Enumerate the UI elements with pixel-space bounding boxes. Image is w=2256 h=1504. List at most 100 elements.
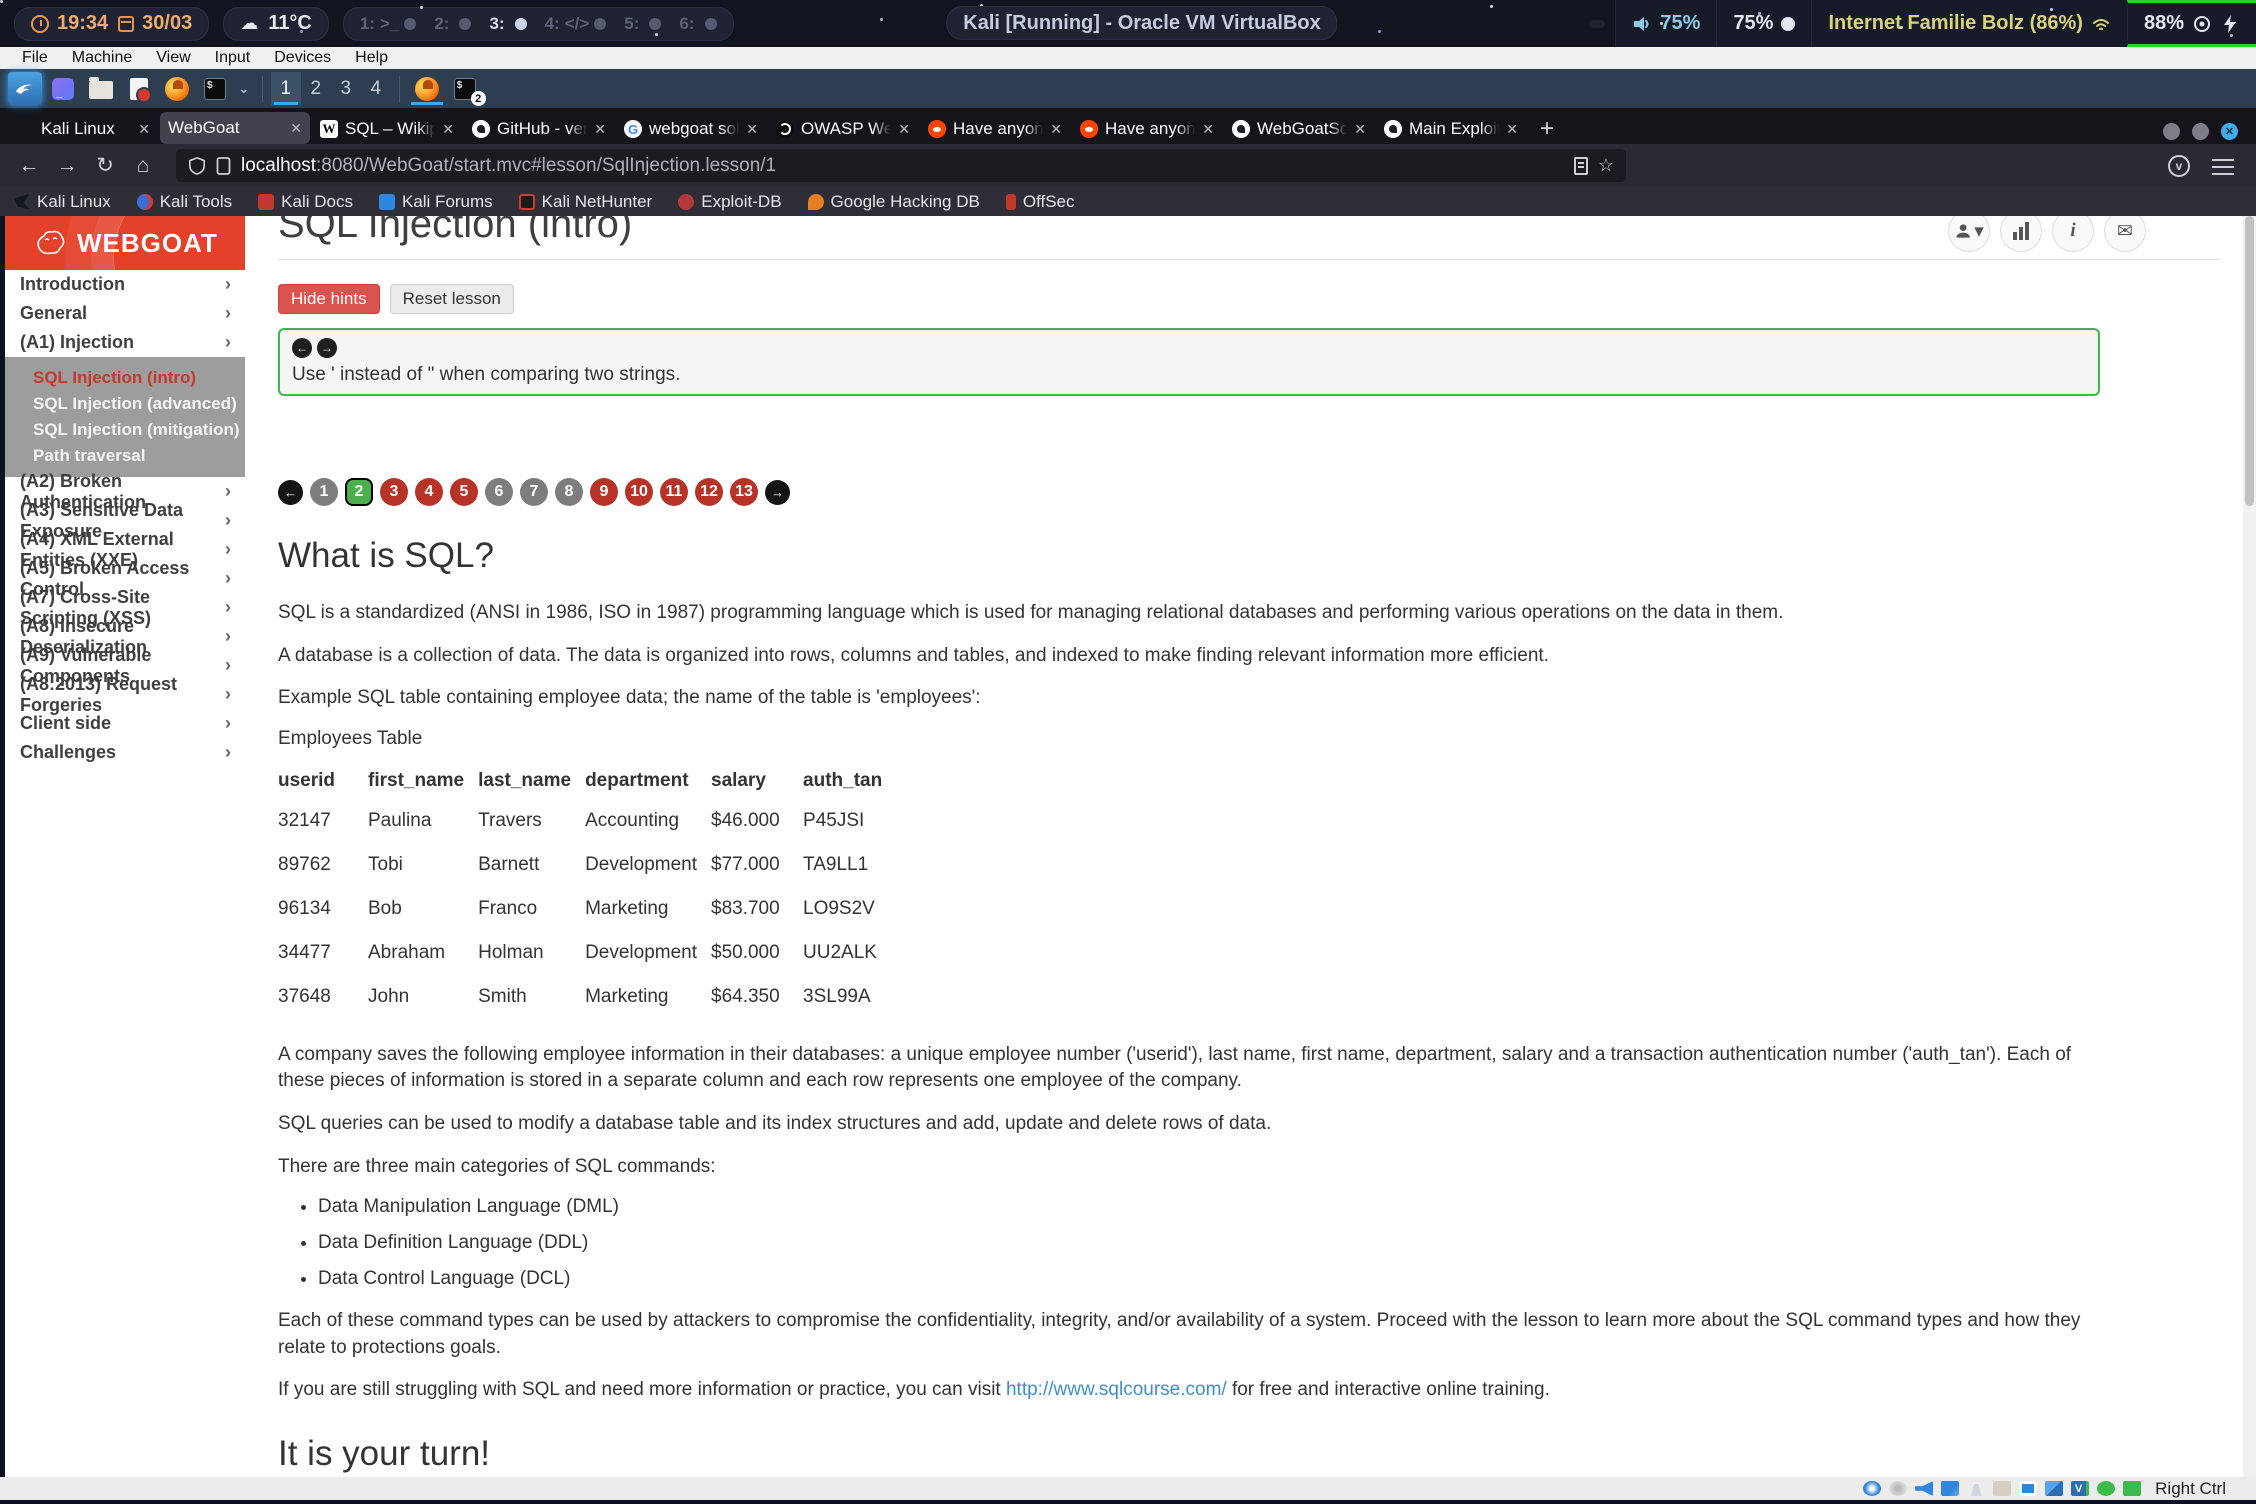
workspace-indicator[interactable]: 1:>_ — [360, 14, 417, 34]
page-number-button[interactable]: 12 — [695, 478, 723, 506]
volume-widget[interactable]: 75% — [1615, 0, 1716, 47]
taskbar-workspace-number[interactable]: 3 — [331, 72, 361, 105]
sidebar-category[interactable]: Challenges › — [5, 738, 245, 767]
bookmark-item[interactable]: Kali Docs — [258, 192, 353, 212]
sqlcourse-link[interactable]: http://www.sqlcourse.com/ — [1006, 1379, 1227, 1400]
url-text[interactable]: localhost:8080/WebGoat/start.mvc#lesson/… — [241, 155, 1564, 177]
page-number-button[interactable]: 1 — [310, 478, 338, 506]
workspace-indicator[interactable]: 3: — [489, 14, 526, 34]
browser-tab[interactable]: G webgoat solutions - Go ✕ — [616, 114, 766, 144]
hide-hints-button[interactable]: Hide hints — [278, 284, 380, 314]
page-number-button[interactable]: 4 — [415, 478, 443, 506]
browser-tab[interactable]: W SQL – Wikipedia ✕ — [312, 114, 462, 144]
tab-close-icon[interactable]: ✕ — [746, 121, 758, 138]
home-button[interactable]: ⌂ — [126, 154, 160, 178]
shield-icon[interactable] — [188, 156, 206, 176]
hard-disk-status-icon[interactable] — [1863, 1481, 1881, 1496]
taskbar-workspace-number[interactable]: 4 — [361, 72, 391, 105]
sidebar-lesson-link[interactable]: SQL Injection (intro) — [5, 365, 245, 391]
page-scrollbar[interactable] — [2243, 216, 2256, 1477]
bookmark-item[interactable]: Kali Forums — [379, 192, 493, 212]
contact-button[interactable]: ✉ — [2104, 216, 2146, 252]
usb-status-icon[interactable] — [1967, 1481, 1985, 1496]
optical-disc-status-icon[interactable] — [1889, 1481, 1907, 1496]
tab-close-icon[interactable]: ✕ — [1354, 121, 1366, 138]
clock-widget[interactable]: 19:34 30/03 — [14, 7, 209, 41]
vbox-menu-item[interactable]: Input — [203, 49, 263, 67]
secondary-indicator[interactable]: 75% — [1716, 0, 1811, 47]
tab-close-icon[interactable]: ✕ — [898, 121, 910, 138]
page-number-button[interactable]: 13 — [730, 478, 758, 506]
browser-tab[interactable]: WebGoatSolutions/Sql ✕ — [1224, 114, 1374, 144]
network-activity-status-icon[interactable] — [2097, 1481, 2115, 1496]
page-info-icon[interactable] — [216, 157, 231, 175]
sidebar-category[interactable]: (A8:2013) Request Forgeries › — [5, 680, 245, 709]
user-account-button[interactable]: ▾ — [1948, 216, 1990, 252]
pocket-icon[interactable]: v — [2168, 155, 2190, 177]
page-number-button[interactable]: 9 — [590, 478, 618, 506]
bookmark-item[interactable]: Kali Tools — [137, 192, 232, 212]
bookmark-item[interactable]: Kali Linux — [14, 192, 111, 212]
new-tab-button[interactable]: + — [1528, 114, 1566, 144]
audio-status-icon[interactable] — [1915, 1481, 1933, 1496]
tab-close-icon[interactable]: ✕ — [1506, 121, 1518, 138]
browser-tab[interactable]: WebGoat ✕ — [160, 112, 310, 144]
firefox-running-task[interactable] — [408, 72, 446, 105]
page-number-button[interactable]: 11 — [660, 478, 688, 506]
address-bar[interactable]: localhost:8080/WebGoat/start.mvc#lesson/… — [176, 149, 1626, 182]
tab-close-icon[interactable]: ✕ — [594, 121, 606, 138]
menu-hamburger-icon[interactable] — [2212, 159, 2234, 161]
tab-close-icon[interactable]: ✕ — [138, 121, 150, 138]
browser-tab[interactable]: OWASP WebGoat: Gen ✕ — [768, 114, 918, 144]
browser-tab[interactable]: Kali Linux ✕ — [8, 114, 158, 144]
close-button[interactable]: ✕ — [2221, 123, 2238, 140]
firefox-launcher-button[interactable] — [160, 72, 194, 105]
sidebar-category[interactable]: Introduction › — [5, 270, 245, 299]
virtualbox-features-status-icon[interactable]: V — [2071, 1481, 2089, 1496]
reader-mode-icon[interactable] — [1574, 157, 1588, 175]
hint-next-button[interactable]: → — [317, 338, 337, 358]
browser-tab[interactable]: GitHub - vernjan/webg ✕ — [464, 114, 614, 144]
file-manager-button[interactable] — [84, 72, 118, 105]
taskbar-workspace-number[interactable]: 1 — [271, 72, 301, 105]
page-number-button[interactable]: 3 — [380, 478, 408, 506]
reset-lesson-button[interactable]: Reset lesson — [390, 284, 514, 314]
tab-close-icon[interactable]: ✕ — [442, 121, 454, 138]
vbox-menu-item[interactable]: Machine — [60, 49, 144, 67]
bookmark-item[interactable]: Google Hacking DB — [808, 192, 980, 212]
taskbar-workspace-number[interactable]: 2 — [301, 72, 331, 105]
bookmark-star-icon[interactable]: ☆ — [1598, 155, 1614, 176]
terminal-launcher-button[interactable]: $ — [198, 72, 232, 105]
browser-tab[interactable]: Have anyone complete ✕ — [1072, 114, 1222, 144]
workspace-indicator[interactable]: 5: — [624, 14, 661, 34]
workspace-indicator[interactable]: 4:</> — [545, 14, 607, 34]
reload-button[interactable]: ↻ — [88, 153, 122, 178]
display-status-icon[interactable] — [2019, 1481, 2037, 1496]
bookmark-item[interactable]: Kali NetHunter — [519, 192, 653, 212]
page-number-button[interactable]: 6 — [485, 478, 513, 506]
vbox-menu-item[interactable]: File — [10, 49, 60, 67]
workspace-indicator[interactable]: 6: — [679, 14, 716, 34]
terminal-running-task[interactable]: $ 2 — [446, 72, 484, 105]
maximize-button[interactable] — [2192, 123, 2209, 140]
tab-close-icon[interactable]: ✕ — [290, 120, 302, 137]
scrollbar-thumb[interactable] — [2245, 216, 2254, 506]
bookmark-item[interactable]: Exploit-DB — [678, 192, 781, 212]
sidebar-lesson-link[interactable]: SQL Injection (mitigation) — [5, 417, 245, 443]
text-editor-button[interactable] — [122, 72, 156, 105]
files-app-button[interactable] — [46, 72, 80, 105]
browser-tab[interactable]: Main Exploits - WebGo ✕ — [1376, 114, 1526, 144]
sidebar-category[interactable]: (A1) Injection › — [5, 328, 245, 357]
vbox-menu-item[interactable]: View — [144, 49, 202, 67]
page-number-button[interactable]: 10 — [625, 478, 653, 506]
updates-status-icon[interactable] — [2123, 1481, 2141, 1496]
network-widget[interactable]: Internet Familie Bolz (86%) — [1811, 0, 2127, 47]
battery-widget[interactable]: 88% — [2127, 0, 2256, 47]
minimize-button[interactable] — [2163, 123, 2180, 140]
forward-button[interactable]: → — [50, 154, 84, 178]
launcher-dropdown-chevron-icon[interactable]: ⌄ — [238, 80, 250, 97]
sidebar-lesson-link[interactable]: SQL Injection (advanced) — [5, 391, 245, 417]
kali-menu-button[interactable] — [8, 72, 42, 105]
sidebar-category[interactable]: General › — [5, 299, 245, 328]
page-number-button[interactable]: 8 — [555, 478, 583, 506]
